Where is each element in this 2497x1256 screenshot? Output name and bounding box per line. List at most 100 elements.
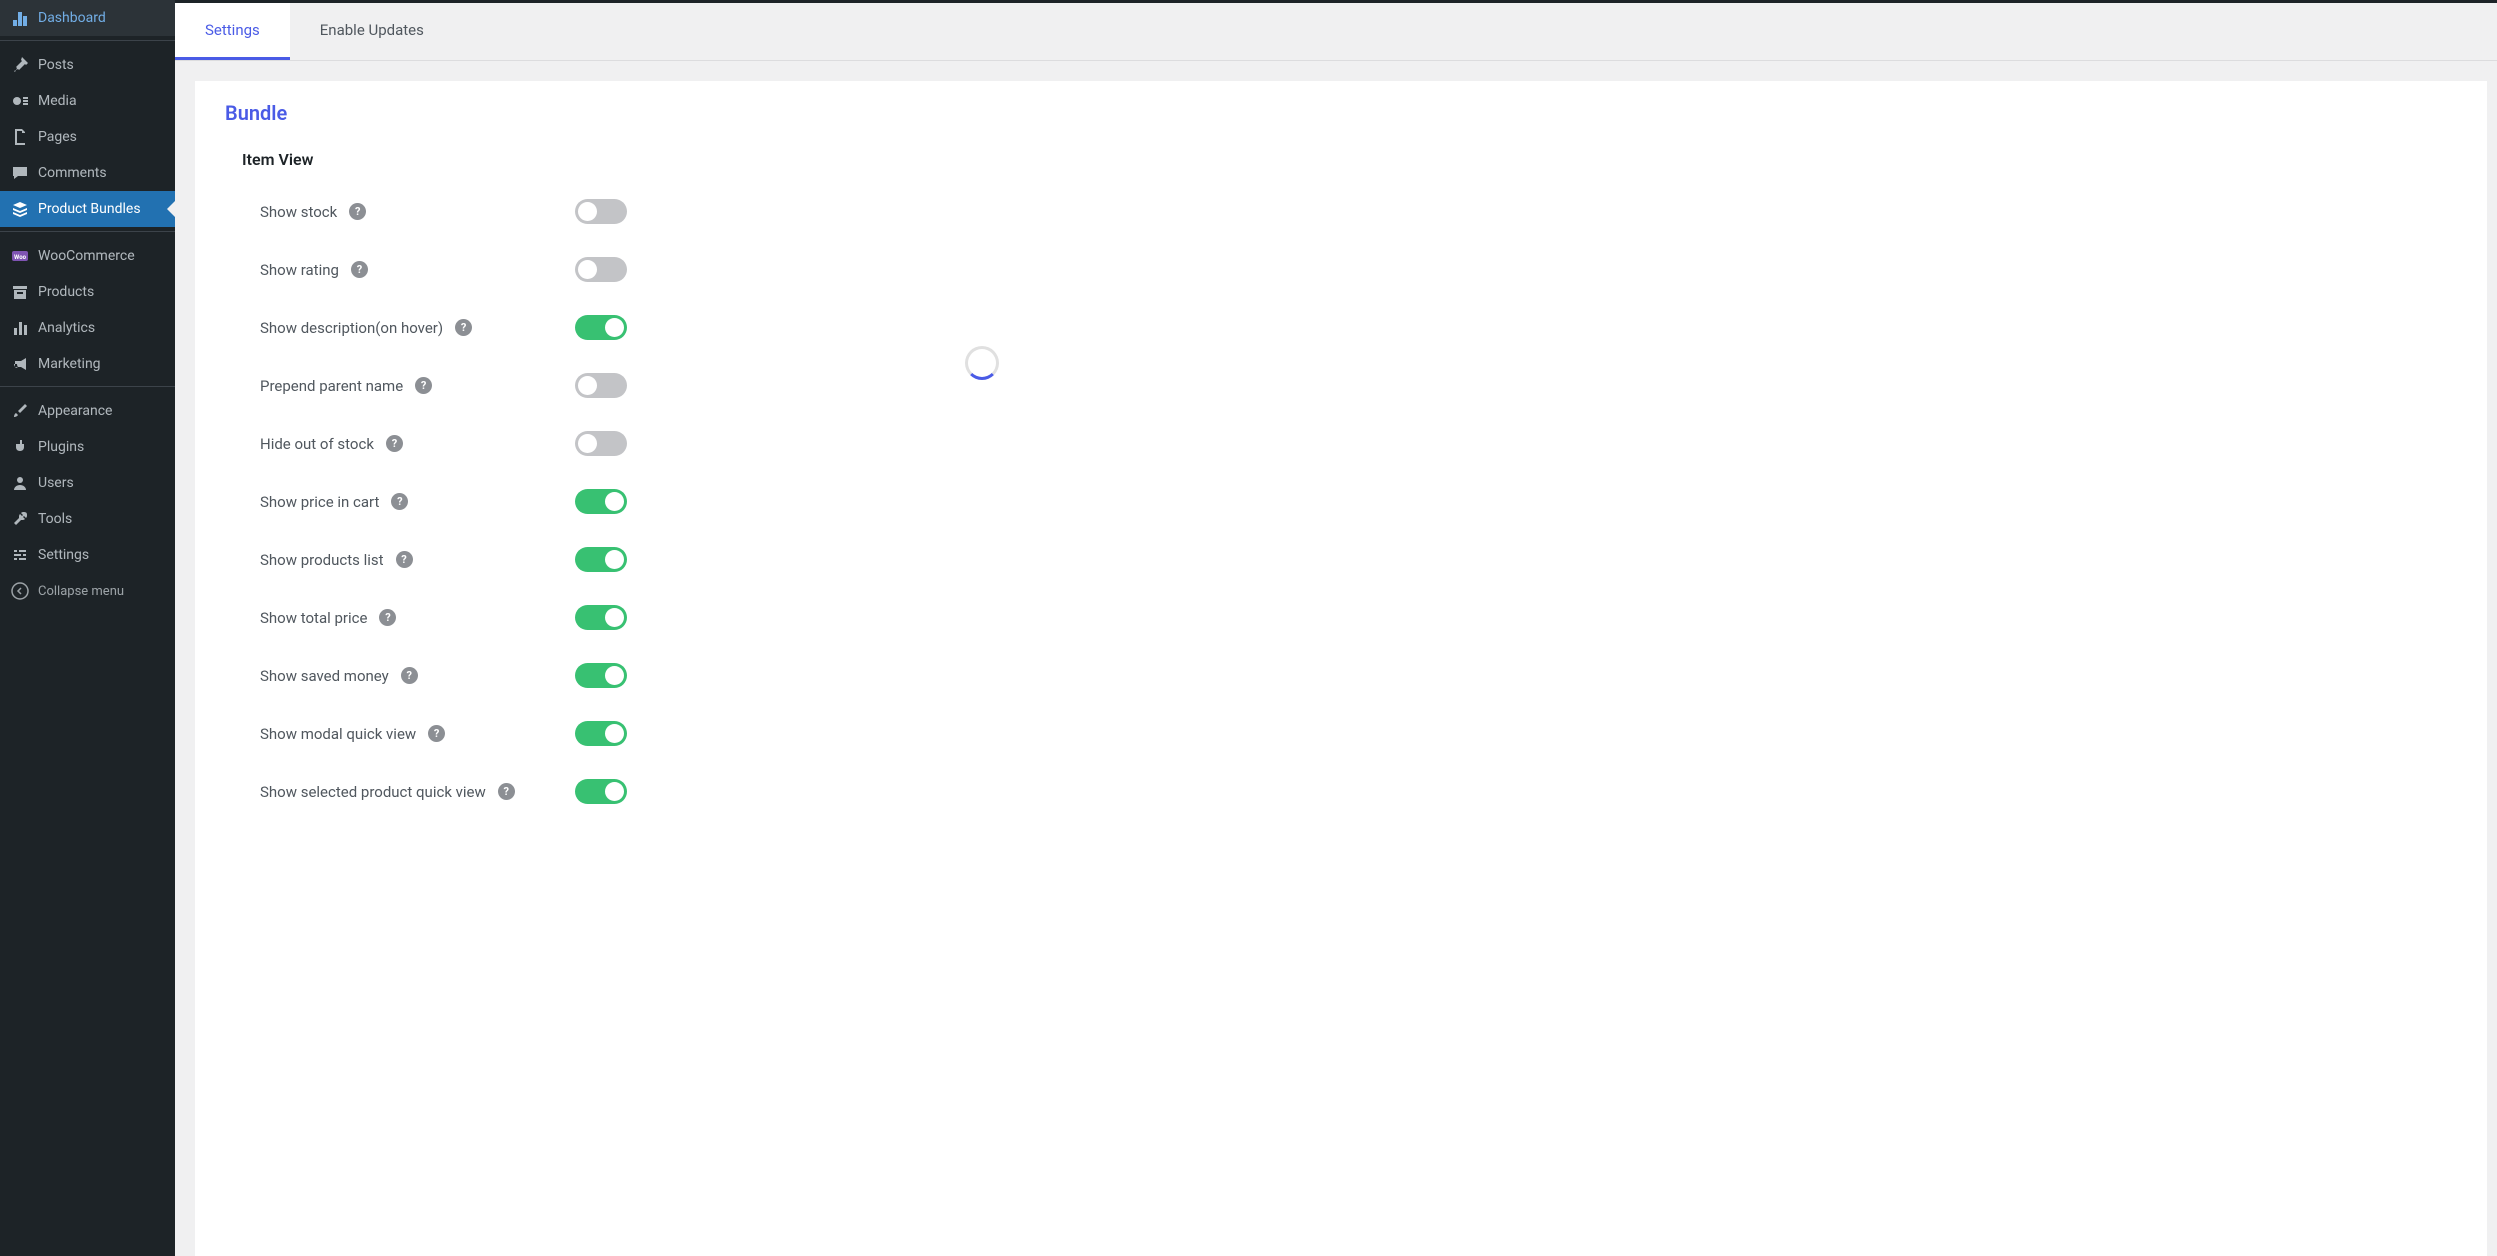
chart-icon <box>10 318 30 338</box>
help-icon[interactable]: ? <box>379 609 396 626</box>
setting-label: Show price in cart? <box>260 493 575 511</box>
sidebar-item-label: Comments <box>38 165 107 181</box>
help-icon[interactable]: ? <box>386 435 403 452</box>
media-icon <box>10 91 30 111</box>
sidebar-item-label: Products <box>38 284 94 300</box>
setting-row: Show rating? <box>225 257 2457 282</box>
sidebar-item-settings[interactable]: Settings <box>0 537 175 573</box>
sidebar-item-woocommerce[interactable]: Woo WooCommerce <box>0 238 175 274</box>
sidebar-item-media[interactable]: Media <box>0 83 175 119</box>
setting-label-text: Show total price <box>260 609 367 627</box>
setting-row: Prepend parent name? <box>225 373 2457 398</box>
woo-icon: Woo <box>10 246 30 266</box>
setting-label-text: Hide out of stock <box>260 435 374 453</box>
sidebar-item-label: Users <box>38 475 74 491</box>
setting-label-text: Show selected product quick view <box>260 783 486 801</box>
settings-list: Show stock?Show rating?Show description(… <box>225 199 2457 804</box>
setting-toggle[interactable] <box>575 431 627 456</box>
tab-label: Enable Updates <box>320 21 424 39</box>
loading-spinner <box>965 346 999 380</box>
sidebar-item-label: Pages <box>38 129 77 145</box>
sidebar-separator <box>0 36 175 41</box>
collapse-menu-button[interactable]: Collapse menu <box>0 573 175 609</box>
sidebar-item-pages[interactable]: Pages <box>0 119 175 155</box>
setting-row: Show saved money? <box>225 663 2457 688</box>
dashboard-icon <box>10 8 30 28</box>
sidebar-item-plugins[interactable]: Plugins <box>0 429 175 465</box>
toggle-knob <box>605 608 624 627</box>
sidebar-item-marketing[interactable]: Marketing <box>0 346 175 382</box>
setting-toggle[interactable] <box>575 373 627 398</box>
archive-icon <box>10 282 30 302</box>
tab-settings[interactable]: Settings <box>175 3 290 60</box>
setting-label-text: Show rating <box>260 261 339 279</box>
sidebar-item-posts[interactable]: Posts <box>0 47 175 83</box>
toggle-knob <box>605 492 624 511</box>
brush-icon <box>10 401 30 421</box>
help-icon[interactable]: ? <box>351 261 368 278</box>
setting-row: Show price in cart? <box>225 489 2457 514</box>
collapse-icon <box>10 581 30 601</box>
setting-toggle[interactable] <box>575 257 627 282</box>
setting-label-text: Show stock <box>260 203 337 221</box>
help-icon[interactable]: ? <box>415 377 432 394</box>
sidebar-separator <box>0 227 175 232</box>
setting-toggle[interactable] <box>575 547 627 572</box>
tab-bar: Settings Enable Updates <box>175 3 2497 61</box>
setting-label-text: Show products list <box>260 551 384 569</box>
help-icon[interactable]: ? <box>455 319 472 336</box>
sidebar-item-product-bundles[interactable]: Product Bundles <box>0 191 175 227</box>
help-icon[interactable]: ? <box>401 667 418 684</box>
help-icon[interactable]: ? <box>349 203 366 220</box>
admin-sidebar: Dashboard Posts Media Pages Comments Pro… <box>0 0 175 1256</box>
sidebar-item-appearance[interactable]: Appearance <box>0 393 175 429</box>
collapse-menu-label: Collapse menu <box>38 584 124 599</box>
toggle-knob <box>605 782 624 801</box>
comment-icon <box>10 163 30 183</box>
sidebar-item-label: Dashboard <box>38 10 106 26</box>
help-icon[interactable]: ? <box>428 725 445 742</box>
settings-panel: Bundle Item View Show stock?Show rating?… <box>195 81 2487 1256</box>
sidebar-item-label: WooCommerce <box>38 248 135 264</box>
help-icon[interactable]: ? <box>498 783 515 800</box>
toggle-knob <box>605 318 624 337</box>
sidebar-item-users[interactable]: Users <box>0 465 175 501</box>
sidebar-item-label: Tools <box>38 511 72 527</box>
main-content: Settings Enable Updates Bundle Item View… <box>175 0 2497 1256</box>
setting-label: Show modal quick view? <box>260 725 575 743</box>
help-icon[interactable]: ? <box>396 551 413 568</box>
svg-text:Woo: Woo <box>14 254 27 261</box>
setting-label-text: Show modal quick view <box>260 725 416 743</box>
sidebar-item-products[interactable]: Products <box>0 274 175 310</box>
setting-label: Show products list? <box>260 551 575 569</box>
sidebar-item-analytics[interactable]: Analytics <box>0 310 175 346</box>
setting-row: Show total price? <box>225 605 2457 630</box>
page-icon <box>10 127 30 147</box>
setting-label: Prepend parent name? <box>260 377 575 395</box>
sliders-icon <box>10 545 30 565</box>
tab-enable-updates[interactable]: Enable Updates <box>290 3 454 60</box>
help-icon[interactable]: ? <box>391 493 408 510</box>
setting-label: Show saved money? <box>260 667 575 685</box>
setting-label: Show selected product quick view? <box>260 783 575 801</box>
setting-toggle[interactable] <box>575 315 627 340</box>
setting-toggle[interactable] <box>575 779 627 804</box>
setting-toggle[interactable] <box>575 489 627 514</box>
sidebar-item-comments[interactable]: Comments <box>0 155 175 191</box>
setting-toggle[interactable] <box>575 721 627 746</box>
sidebar-item-dashboard[interactable]: Dashboard <box>0 0 175 36</box>
setting-row: Show selected product quick view? <box>225 779 2457 804</box>
setting-label: Hide out of stock? <box>260 435 575 453</box>
sidebar-item-label: Analytics <box>38 320 95 336</box>
setting-toggle[interactable] <box>575 663 627 688</box>
toggle-knob <box>578 260 597 279</box>
toggle-knob <box>605 550 624 569</box>
subsection-title: Item View <box>242 150 2457 169</box>
toggle-knob <box>605 724 624 743</box>
sidebar-item-label: Media <box>38 93 77 109</box>
sidebar-separator <box>0 382 175 387</box>
setting-toggle[interactable] <box>575 199 627 224</box>
plug-icon <box>10 437 30 457</box>
setting-toggle[interactable] <box>575 605 627 630</box>
sidebar-item-tools[interactable]: Tools <box>0 501 175 537</box>
